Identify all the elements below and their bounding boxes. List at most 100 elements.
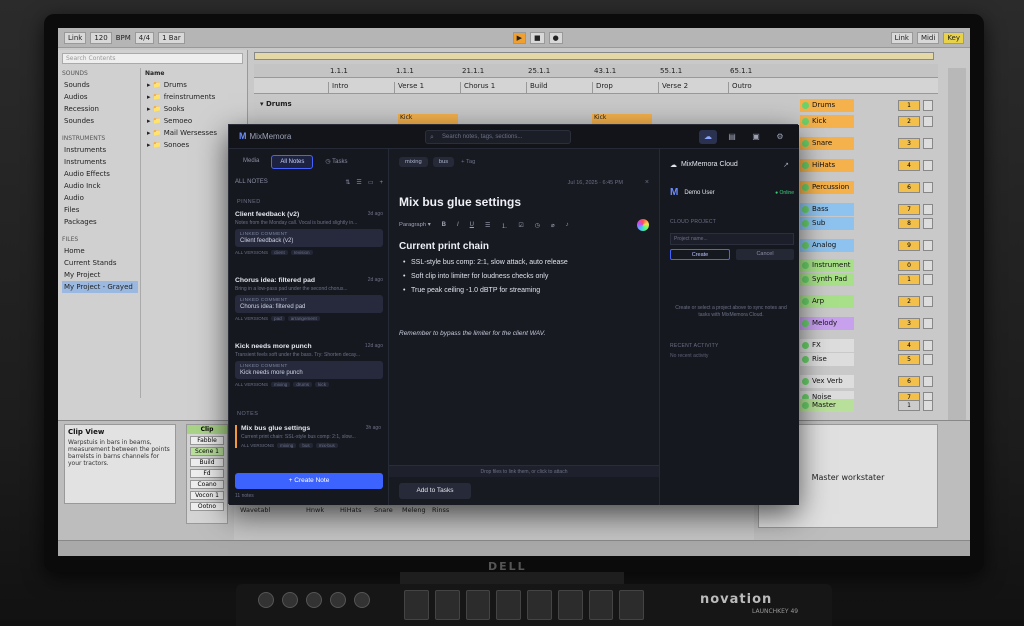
- locator[interactable]: Drop: [592, 82, 613, 94]
- archive-icon[interactable]: ▭: [368, 180, 374, 186]
- arrangement-ruler[interactable]: 1.1.1 1.1.1 21.1.1 25.1.1 43.1.1 55.1.1 …: [254, 64, 938, 78]
- linked-comment[interactable]: LINKED COMMENT Kick needs more punch: [235, 361, 383, 379]
- browser-item[interactable]: Current Stands: [62, 257, 138, 269]
- clip-panel-button[interactable]: Build: [190, 458, 224, 467]
- note-title-heading[interactable]: Mix bus glue settings: [399, 195, 521, 209]
- quantize-field[interactable]: 1 Bar: [158, 31, 185, 44]
- cloud-icon[interactable]: ☁: [699, 130, 717, 144]
- mixer-track[interactable]: FX 4: [800, 338, 960, 352]
- device-label[interactable]: HiHats: [340, 506, 362, 514]
- note-item-selected[interactable]: Mix bus glue settings 3h ago Current prin…: [235, 425, 381, 448]
- tab-all-notes[interactable]: All Notes: [271, 155, 314, 169]
- key-toggle[interactable]: Key: [943, 31, 965, 44]
- signature-field[interactable]: 4/4: [134, 31, 155, 44]
- mixer-track[interactable]: Analog 9: [800, 238, 960, 252]
- mixer-track[interactable]: Rise 5: [800, 352, 960, 366]
- mixer-track[interactable]: Sub 8: [800, 216, 960, 230]
- device-label[interactable]: Meleng: [402, 506, 426, 514]
- tempo-field[interactable]: 120: [90, 31, 112, 44]
- mixer-track[interactable]: Arp 2: [800, 294, 960, 308]
- folder-item[interactable]: ▸ 📁 freinstruments: [145, 91, 246, 103]
- browser-item-selected[interactable]: My Project - Grayed: [62, 281, 138, 293]
- device-label[interactable]: Wavetabl: [240, 506, 270, 514]
- mixer-track[interactable]: Kick 2: [800, 114, 960, 128]
- scrollbar[interactable]: [948, 68, 966, 428]
- folder-item[interactable]: ▸ 📁 Drums: [145, 79, 246, 91]
- link-button[interactable]: Link: [64, 31, 87, 44]
- bullet-list-icon[interactable]: ☰: [485, 222, 490, 229]
- track-header[interactable]: ▾ Drums: [254, 100, 800, 111]
- attach-icon[interactable]: ⌀: [551, 222, 555, 229]
- clip-panel-button[interactable]: Fabble: [190, 436, 224, 445]
- play-button[interactable]: ▶: [512, 31, 526, 44]
- browser-item[interactable]: Audio: [62, 192, 138, 204]
- stop-button[interactable]: ■: [529, 31, 545, 44]
- document-icon[interactable]: ▤: [723, 130, 741, 144]
- browser-item[interactable]: Instruments: [62, 144, 138, 156]
- note-bullets[interactable]: SSL-style bus comp: 2:1, slow attack, au…: [403, 259, 653, 301]
- mixer-track-master[interactable]: Master 1: [800, 398, 960, 412]
- close-icon[interactable]: ×: [645, 179, 649, 186]
- device-label[interactable]: Hnwk: [306, 506, 324, 514]
- mixer-track[interactable]: Percussion 6: [800, 180, 960, 194]
- external-link-icon[interactable]: ↗: [783, 161, 789, 169]
- gear-icon[interactable]: ⚙: [771, 130, 789, 144]
- linked-comment[interactable]: LINKED COMMENT Chorus idea: filtered pad: [235, 295, 383, 313]
- browser-item[interactable]: Packages: [62, 216, 138, 228]
- paragraph-dropdown[interactable]: Paragraph ▾: [399, 222, 431, 228]
- tab-tasks[interactable]: ◷ Tasks: [317, 155, 355, 169]
- mm-search-input[interactable]: ⌕ Search notes, tags, sections...: [425, 130, 571, 144]
- note-item[interactable]: Chorus idea: filtered pad 2d ago Bring in…: [235, 277, 383, 321]
- numbered-list-icon[interactable]: ⒈: [501, 221, 507, 230]
- locator[interactable]: Verse 1: [394, 82, 424, 94]
- tab-media[interactable]: Media: [235, 155, 267, 169]
- record-button[interactable]: ●: [548, 31, 563, 44]
- underline-icon[interactable]: U: [470, 222, 474, 228]
- mixer-track[interactable]: Melody 3: [800, 316, 960, 330]
- browser-item[interactable]: Sounds: [62, 79, 138, 91]
- mic-icon[interactable]: ♪: [566, 222, 569, 228]
- browser-item[interactable]: Home: [62, 245, 138, 257]
- note-subheading[interactable]: Current print chain: [399, 241, 489, 252]
- project-name-input[interactable]: Project name...: [670, 233, 794, 245]
- clip-panel-button[interactable]: Scene 1: [190, 447, 224, 456]
- browser-item[interactable]: Recession: [62, 103, 138, 115]
- arrangement-overview[interactable]: [254, 52, 934, 60]
- attachment-dropzone[interactable]: Drop files to link them, or click to att…: [389, 465, 659, 477]
- browser-search-input[interactable]: Search Contents: [62, 53, 243, 64]
- mixer-track[interactable]: Synth Pad 1: [800, 272, 960, 286]
- midi-toggle[interactable]: Midi: [916, 31, 940, 44]
- clip-panel-button[interactable]: Coano: [190, 480, 224, 489]
- locator[interactable]: Verse 2: [658, 82, 688, 94]
- mixer-track[interactable]: Drums 1: [800, 98, 960, 112]
- link-toggle[interactable]: Link: [890, 31, 913, 44]
- locator[interactable]: Intro: [328, 82, 348, 94]
- browser-item[interactable]: Audios: [62, 91, 138, 103]
- clip-panel-button[interactable]: Fd: [190, 469, 224, 478]
- bullet-item[interactable]: SSL-style bus comp: 2:1, slow attack, au…: [403, 259, 653, 266]
- mixer-track[interactable]: HiHats 4: [800, 158, 960, 172]
- add-tag-button[interactable]: + Tag: [459, 157, 477, 167]
- device-label[interactable]: Snare: [374, 506, 393, 514]
- add-icon[interactable]: +: [379, 180, 383, 186]
- clock-icon[interactable]: ◷: [535, 222, 540, 229]
- note-reminder[interactable]: Remember to bypass the limiter for the c…: [399, 330, 545, 337]
- browser-item[interactable]: Files: [62, 204, 138, 216]
- locator[interactable]: Build: [526, 82, 548, 94]
- add-to-tasks-button[interactable]: Add to Tasks: [399, 483, 471, 499]
- linked-comment[interactable]: LINKED COMMENT Client feedback (v2): [235, 229, 383, 247]
- list-icon[interactable]: ☰: [356, 180, 361, 186]
- locator[interactable]: Chorus 1: [460, 82, 495, 94]
- mixer-track[interactable]: Bass 7: [800, 202, 960, 216]
- clip-panel-button[interactable]: Ootno: [190, 502, 224, 511]
- checklist-icon[interactable]: ☑: [518, 222, 523, 229]
- note-item[interactable]: Client feedback (v2) 3d ago Notes from th…: [235, 211, 383, 255]
- color-picker-icon[interactable]: [637, 219, 649, 231]
- bold-icon[interactable]: B: [442, 222, 446, 228]
- locator[interactable]: Outro: [728, 82, 752, 94]
- tag-chip[interactable]: mixing: [399, 157, 428, 167]
- mixer-track[interactable]: Snare 3: [800, 136, 960, 150]
- clip-panel-button[interactable]: Vocon 1: [190, 491, 224, 500]
- tag-chip[interactable]: bus: [432, 157, 455, 167]
- mixer-track[interactable]: Instrument 0: [800, 258, 960, 272]
